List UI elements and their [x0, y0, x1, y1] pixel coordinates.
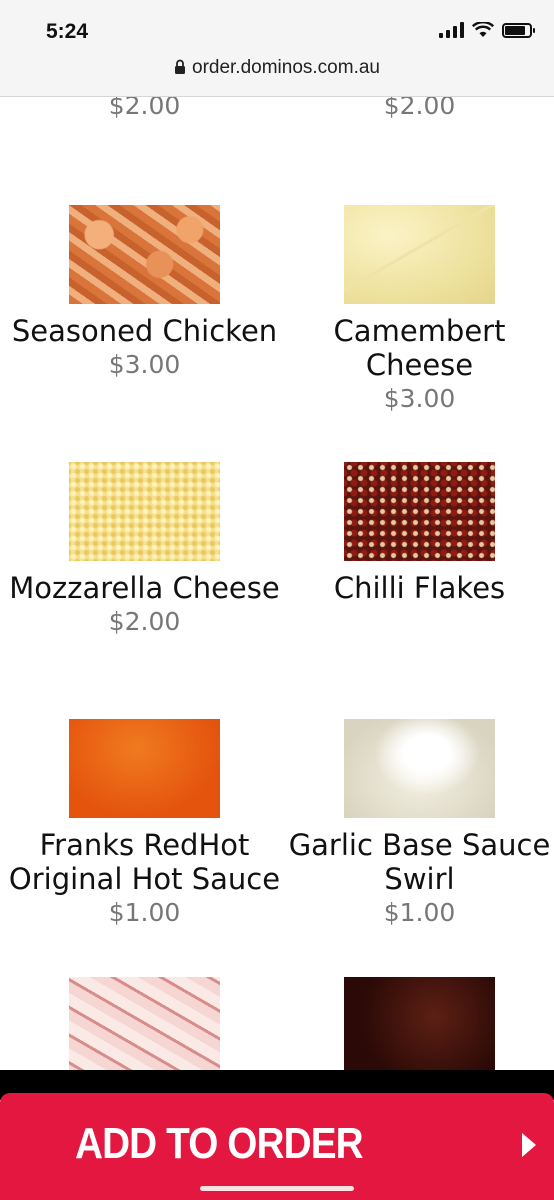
cellular-signal-icon — [439, 22, 464, 38]
topping-garlic-sauce-swirl[interactable]: Garlic Base Sauce Swirl $1.00 — [281, 719, 554, 929]
lock-icon — [175, 59, 185, 74]
price-label: $2.00 — [108, 97, 181, 120]
topping-seasoned-chicken[interactable]: Seasoned Chicken $3.00 — [6, 205, 283, 381]
topping-price: $3.00 — [108, 350, 181, 379]
price-label: $2.00 — [383, 97, 456, 120]
status-time: 5:24 — [46, 20, 89, 43]
camembert-cheese-image — [344, 205, 495, 304]
ham-image — [69, 977, 220, 1070]
topping-ham[interactable] — [6, 977, 283, 1070]
browser-top-bar: 5:24 order.dominos.com.au — [0, 0, 554, 97]
mozzarella-cheese-image — [69, 462, 220, 561]
url-text: order.dominos.com.au — [192, 57, 380, 78]
topping-name: Garlic Base Sauce Swirl — [288, 828, 551, 896]
garlic-sauce-image — [344, 719, 495, 818]
battery-icon — [502, 22, 535, 38]
topping-name: Franks RedHot Original Hot Sauce — [8, 828, 281, 896]
add-to-order-label: ADD TO ORDER — [75, 1119, 364, 1168]
topping-list[interactable]: $2.00 $2.00 Seasoned Chicken $3.00 Camem… — [0, 97, 554, 1070]
status-icons — [439, 22, 535, 38]
topping-franks-hot-sauce[interactable]: Franks RedHot Original Hot Sauce $1.00 — [6, 719, 283, 929]
topping-name: Camembert Cheese — [333, 314, 506, 382]
chilli-flakes-image — [344, 462, 495, 561]
topping-name: Chilli Flakes — [333, 571, 506, 605]
address-bar[interactable]: order.dominos.com.au — [0, 57, 554, 79]
topping-name: Seasoned Chicken — [11, 314, 278, 348]
topping-price: $1.00 — [108, 898, 181, 927]
franks-hot-sauce-image — [69, 719, 220, 818]
topping-name: Mozzarella Cheese — [9, 571, 280, 605]
topping-price: $1.00 — [383, 898, 456, 927]
topping-chilli-flakes[interactable]: Chilli Flakes — [281, 462, 554, 605]
seasoned-chicken-image — [69, 205, 220, 304]
topping-mozzarella-cheese[interactable]: Mozzarella Cheese $2.00 — [6, 462, 283, 638]
add-to-order-button[interactable]: ADD TO ORDER — [0, 1093, 554, 1200]
chevron-right-icon — [522, 1133, 536, 1157]
wifi-icon — [472, 22, 494, 37]
topping-price: $2.00 — [108, 607, 181, 636]
topping-dark[interactable] — [281, 977, 554, 1070]
home-indicator[interactable] — [200, 1186, 354, 1191]
topping-price: $3.00 — [383, 384, 456, 413]
dark-topping-image — [344, 977, 495, 1070]
topping-camembert-cheese[interactable]: Camembert Cheese $3.00 — [281, 205, 554, 415]
